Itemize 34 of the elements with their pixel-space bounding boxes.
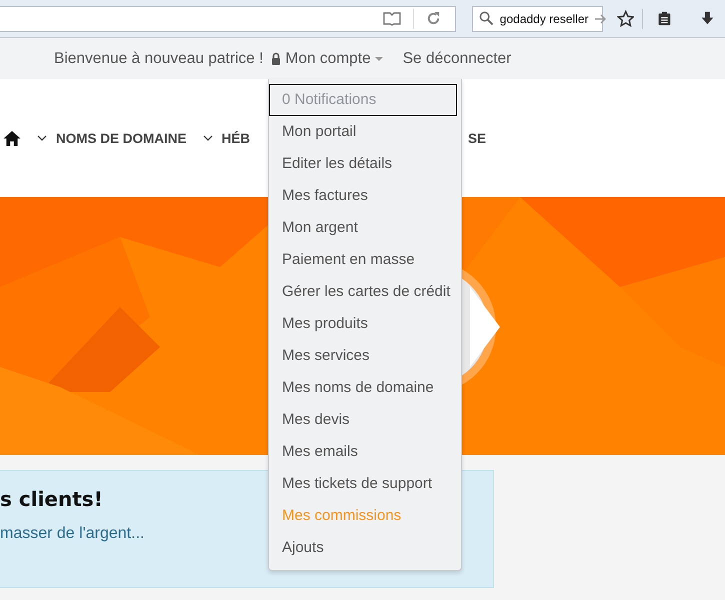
card-title: s clients!: [0, 487, 104, 511]
menu-item[interactable]: Mes services: [270, 340, 457, 372]
book-icon[interactable]: [382, 12, 401, 26]
chevron-icon: [202, 135, 213, 141]
nav-link[interactable]: NOMS DE DOMAINE: [37, 130, 187, 146]
star-icon[interactable]: [616, 8, 634, 28]
menu-item[interactable]: Mes devis: [270, 404, 457, 436]
welcome-text: Bienvenue à nouveau patrice !: [54, 50, 264, 68]
clipboard-icon[interactable]: [657, 10, 672, 27]
menu-item[interactable]: Mes produits: [270, 308, 457, 340]
search-field[interactable]: godaddy reseller: [472, 6, 603, 32]
account-menu-button[interactable]: Mon compte: [269, 50, 395, 68]
search-icon: [478, 11, 494, 26]
caret-icon: [374, 56, 383, 60]
menu-item[interactable]: Mes factures: [270, 180, 457, 212]
lock-icon: [271, 52, 282, 65]
menu-item[interactable]: Mes noms de domaine: [270, 372, 457, 404]
menu-item[interactable]: Editer les détails: [270, 148, 457, 180]
reload-icon[interactable]: [426, 11, 441, 26]
menu-item[interactable]: Mes tickets de support: [270, 468, 457, 500]
menu-item[interactable]: Paiement en masse: [270, 244, 457, 276]
download-icon[interactable]: [700, 10, 715, 27]
address-field[interactable]: [0, 6, 456, 32]
nav-link[interactable]: HÉB: [202, 130, 250, 146]
menu-item[interactable]: Gérer les cartes de crédit: [270, 276, 457, 308]
menu-item[interactable]: Mon portail: [270, 116, 457, 148]
home-icon[interactable]: [3, 130, 21, 146]
nav-link[interactable]: SE: [468, 130, 486, 146]
menu-item[interactable]: Mes emails: [270, 436, 457, 468]
arrow-icon[interactable]: [594, 14, 607, 24]
menu-item[interactable]: Mon argent: [270, 212, 457, 244]
logout-link[interactable]: Se déconnecter: [402, 50, 512, 68]
chevron-icon: [37, 135, 47, 141]
menu-item[interactable]: Ajouts: [270, 532, 457, 564]
